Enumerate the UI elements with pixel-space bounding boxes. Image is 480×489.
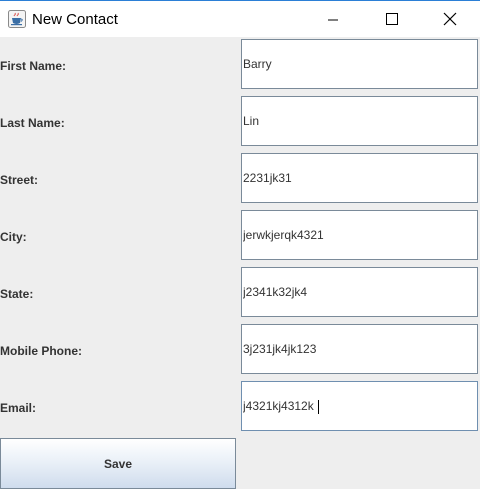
city-field[interactable]: [241, 210, 478, 260]
window-title: New Contact: [32, 11, 118, 28]
email-field[interactable]: [241, 381, 478, 431]
mobile-phone-label: Mobile Phone:: [0, 344, 82, 358]
state-field[interactable]: [241, 267, 478, 317]
street-label: Street:: [0, 173, 39, 187]
last-name-label: Last Name:: [0, 116, 65, 130]
contact-form: First Name: Last Name: Street: City: Sta…: [0, 37, 480, 489]
last-name-field[interactable]: [241, 96, 478, 146]
email-label: Email:: [0, 401, 37, 415]
minimize-icon: [328, 19, 338, 21]
minimize-button[interactable]: [304, 1, 362, 38]
title-bar[interactable]: New Contact: [0, 0, 480, 38]
state-label: State:: [0, 287, 34, 301]
street-field[interactable]: [241, 153, 478, 203]
first-name-label: First Name:: [0, 59, 67, 73]
java-cup-icon: [8, 10, 26, 28]
text-caret: [318, 400, 319, 414]
close-icon: [443, 12, 457, 26]
close-button[interactable]: [420, 1, 478, 38]
maximize-icon: [386, 13, 398, 25]
city-label: City:: [0, 230, 27, 244]
maximize-button[interactable]: [362, 1, 420, 38]
first-name-field[interactable]: [241, 39, 478, 89]
mobile-phone-field[interactable]: [241, 324, 478, 374]
save-button[interactable]: Save: [0, 438, 236, 489]
